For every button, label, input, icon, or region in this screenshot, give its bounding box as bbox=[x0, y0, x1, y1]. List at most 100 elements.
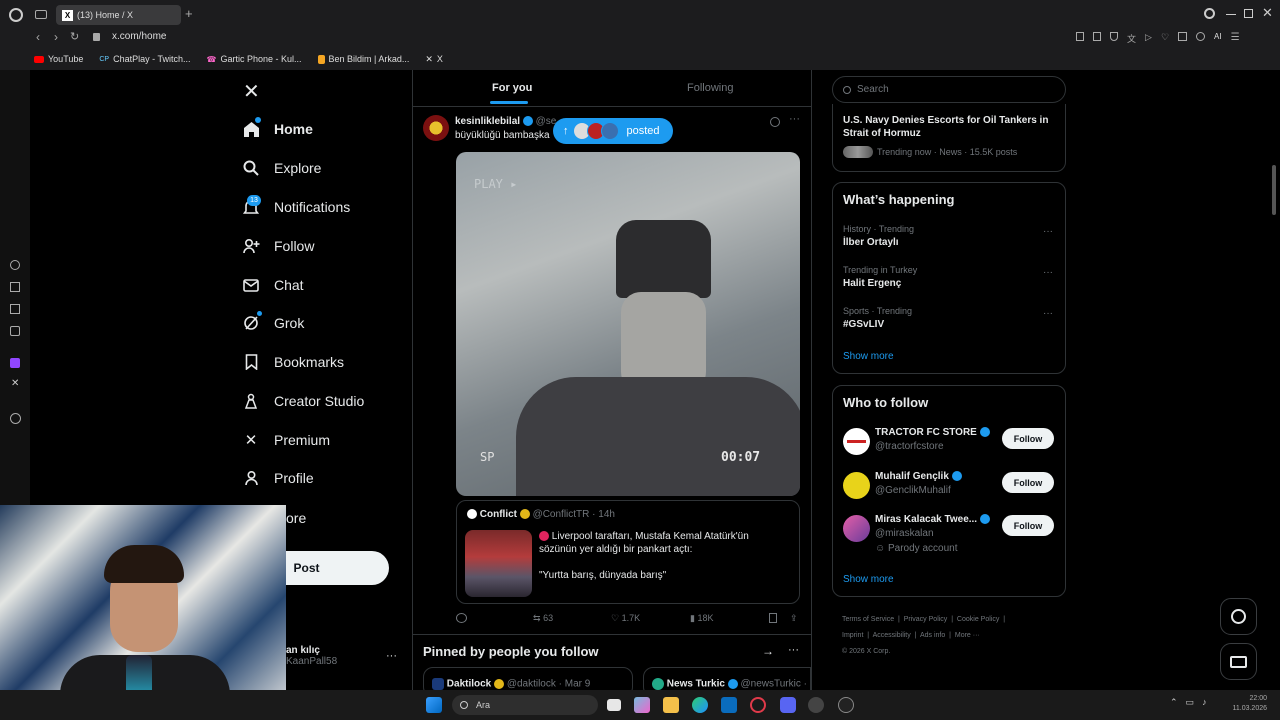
messages-float-button[interactable] bbox=[1220, 643, 1257, 680]
grok-float-button[interactable] bbox=[1220, 598, 1257, 635]
browser-logo-icon[interactable] bbox=[9, 8, 23, 22]
reload-icon[interactable]: ↻ bbox=[70, 30, 79, 43]
tab-following[interactable]: Following bbox=[687, 82, 733, 94]
views-button[interactable]: ▮ 18K bbox=[690, 613, 713, 624]
nav-grok[interactable]: Grok bbox=[242, 308, 304, 338]
x-sidebar-icon[interactable]: ✕ bbox=[11, 378, 19, 389]
windows-start-icon[interactable] bbox=[426, 697, 442, 713]
share-icon[interactable]: ⇪ bbox=[790, 613, 798, 624]
trend-more-icon[interactable]: ··· bbox=[1043, 267, 1053, 278]
quote-tweet[interactable]: Conflict @ConflictTR · 14h Liverpool tar… bbox=[456, 500, 800, 604]
new-posts-pill[interactable]: ↑ posted bbox=[553, 118, 673, 144]
crop-icon[interactable] bbox=[1093, 32, 1101, 41]
translate-icon[interactable]: 文 bbox=[1127, 32, 1136, 45]
forward-icon[interactable]: › bbox=[54, 30, 58, 44]
ai-icon[interactable]: AI bbox=[1214, 32, 1222, 45]
video-player[interactable]: PLAY ▸ SP 00:07 bbox=[456, 152, 800, 496]
discord-icon[interactable] bbox=[780, 697, 796, 713]
show-more-follow[interactable]: Show more bbox=[843, 574, 894, 585]
bookmark-icon[interactable] bbox=[769, 613, 777, 623]
task-view-icon[interactable] bbox=[607, 699, 621, 711]
bookmark-chatplay[interactable]: CP ChatPlay - Twitch... bbox=[99, 54, 190, 64]
tweet-author[interactable]: kesinliklebilal bbox=[455, 116, 520, 127]
menu-icon[interactable]: ☰ bbox=[1231, 32, 1240, 45]
nav-profile[interactable]: Profile bbox=[242, 463, 314, 493]
grok-tweet-icon[interactable] bbox=[770, 117, 780, 127]
posted-avatar-3 bbox=[600, 122, 619, 140]
nav-bookmarks[interactable]: Bookmarks bbox=[242, 347, 344, 377]
quote-handle[interactable]: @ConflictTR · 14h bbox=[533, 509, 615, 520]
nav-creator-studio[interactable]: Creator Studio bbox=[242, 386, 364, 416]
nav-follow[interactable]: Follow bbox=[242, 231, 314, 261]
quote-author[interactable]: Conflict bbox=[480, 509, 517, 520]
pinned-more-icon[interactable]: ··· bbox=[788, 644, 799, 656]
follow-button[interactable]: Follow bbox=[1002, 428, 1054, 449]
page-scrollbar[interactable] bbox=[1272, 165, 1276, 215]
show-more-trends[interactable]: Show more bbox=[843, 351, 894, 362]
clock-icon[interactable] bbox=[10, 413, 21, 424]
messenger-icon[interactable] bbox=[10, 326, 20, 336]
file-explorer-icon[interactable] bbox=[663, 697, 679, 713]
tweet[interactable]: kesinliklebilal @se büyüklüğü bambaşka ·… bbox=[413, 107, 811, 634]
chevron-up-icon[interactable]: ⌃ bbox=[1170, 697, 1178, 708]
clock[interactable]: 22:00 11.03.2026 bbox=[1222, 694, 1267, 714]
history-icon[interactable] bbox=[10, 260, 20, 270]
search-icon[interactable] bbox=[1204, 8, 1215, 19]
follow-button[interactable]: Follow bbox=[1002, 515, 1054, 536]
restore-button[interactable] bbox=[1244, 9, 1253, 18]
bookmark-youtube[interactable]: YouTube bbox=[34, 54, 83, 64]
shield-icon[interactable] bbox=[1110, 32, 1118, 41]
tab-for-you[interactable]: For you bbox=[492, 82, 532, 94]
close-button[interactable]: ✕ bbox=[1262, 5, 1273, 21]
trend-item[interactable]: Trending in Turkey Halit Ergenç ··· bbox=[843, 265, 1057, 289]
more-icon[interactable]: ··· bbox=[386, 650, 397, 662]
new-tab-button[interactable]: + bbox=[185, 6, 193, 21]
search-box[interactable]: Search bbox=[832, 76, 1066, 103]
volume-icon[interactable]: ♪ bbox=[1202, 697, 1207, 708]
copilot-icon[interactable] bbox=[634, 697, 650, 713]
taskbar-search[interactable]: Ara bbox=[452, 695, 598, 715]
store-icon[interactable] bbox=[721, 697, 737, 713]
pinboard-icon[interactable] bbox=[10, 304, 20, 314]
arrow-right-icon[interactable]: → bbox=[762, 644, 774, 658]
newsturkic-avatar bbox=[652, 678, 664, 690]
nav-explore[interactable]: Explore bbox=[242, 153, 321, 183]
trend-more-icon[interactable]: ··· bbox=[1043, 226, 1053, 237]
nav-home[interactable]: Home bbox=[242, 114, 313, 144]
tweet-more-icon[interactable]: ··· bbox=[789, 113, 800, 125]
heart-icon[interactable]: ♡ bbox=[1161, 32, 1169, 45]
url-field[interactable]: x.com/home bbox=[112, 31, 166, 42]
bookmark-gartic[interactable]: ☎ Gartic Phone - Kul... bbox=[206, 54, 301, 64]
twitch-icon[interactable] bbox=[10, 358, 20, 368]
opera-gx-icon[interactable] bbox=[750, 697, 766, 713]
nav-more[interactable]: ore bbox=[286, 503, 306, 533]
account-switcher[interactable]: an kılıç KaanPall58 ··· bbox=[286, 645, 401, 673]
reply-icon[interactable] bbox=[456, 613, 467, 623]
play-icon[interactable]: ▷ bbox=[1145, 32, 1152, 45]
news-card[interactable]: U.S. Navy Denies Escorts for Oil Tankers… bbox=[832, 104, 1066, 172]
bookmark-benbildim[interactable]: Ben Bildim | Arkad... bbox=[317, 54, 409, 64]
nav-chat[interactable]: Chat bbox=[242, 270, 304, 300]
profile-icon[interactable] bbox=[1196, 32, 1206, 41]
network-icon[interactable]: ▭ bbox=[1186, 697, 1195, 708]
browser-tab[interactable]: X (13) Home / X bbox=[56, 5, 181, 25]
extensions-icon[interactable] bbox=[1178, 32, 1188, 41]
like-button[interactable]: ♡ 1.7K bbox=[611, 613, 640, 624]
crypto-wallet-icon[interactable] bbox=[10, 282, 20, 292]
retweet-button[interactable]: ⇆ 63 bbox=[533, 613, 553, 624]
avatar[interactable] bbox=[423, 115, 449, 141]
pin-icon[interactable] bbox=[1076, 32, 1084, 41]
nav-premium[interactable]: ✕ Premium bbox=[242, 425, 330, 455]
trend-item[interactable]: Sports · Trending #GSvLIV ··· bbox=[843, 306, 1057, 330]
x-logo-icon[interactable]: ✕ bbox=[243, 79, 260, 104]
minimize-button[interactable] bbox=[1226, 14, 1236, 15]
tab-overview-icon[interactable] bbox=[35, 10, 47, 19]
bookmark-x[interactable]: ✕ X bbox=[425, 54, 443, 65]
follow-button[interactable]: Follow bbox=[1002, 472, 1054, 493]
back-icon[interactable]: ‹ bbox=[36, 30, 40, 44]
trend-more-icon[interactable]: ··· bbox=[1043, 308, 1053, 319]
app-icon[interactable] bbox=[808, 697, 824, 713]
edge-icon[interactable] bbox=[692, 697, 708, 713]
trend-item[interactable]: History · Trending İlber Ortaylı ··· bbox=[843, 224, 1057, 248]
obs-icon[interactable] bbox=[838, 697, 854, 713]
